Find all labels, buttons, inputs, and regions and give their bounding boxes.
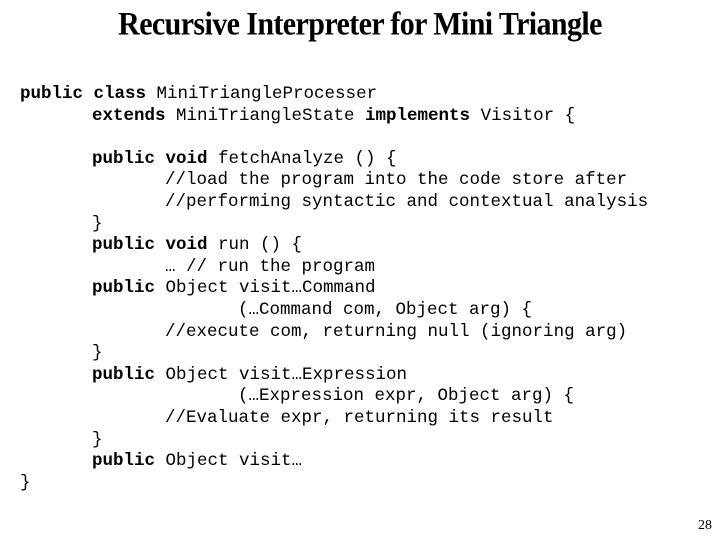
code-text: Visitor { [480,105,576,126]
code-keyword: public void [92,148,219,169]
code-text: //performing syntactic and contextual an… [165,192,649,212]
code-line: } [20,473,31,495]
code-text: //execute com, returning null (ignoring … [165,321,628,342]
code-line: //performing syntactic and contextual an… [165,192,648,214]
code-text: Object visit… [165,451,303,472]
code-text: Object visit…Expression [165,364,408,385]
code-text: Object visit…Command [165,278,376,299]
code-keyword: public class [20,84,157,104]
code-line: //Evaluate expr, returning its result [165,408,554,430]
code-keyword: extends [92,105,177,126]
code-line: public void fetchAnalyze () { [92,149,397,171]
code-text: fetchAnalyze () { [218,148,397,169]
code-line: } [92,214,103,236]
code-line: (…Expression expr, Object arg) { [238,386,574,408]
code-line: public Object visit… [92,451,302,473]
code-text: } [20,472,31,493]
code-text: (…Expression expr, Object arg) { [238,386,575,407]
code-keyword: implements [365,105,481,126]
code-text: } [92,429,103,450]
code-line: public Object visit…Command [92,278,376,300]
code-text: (…Command com, Object arg) { [238,300,533,320]
code-line: public void run () { [92,235,302,257]
code-keyword: public [92,364,166,385]
slide-title: Recursive Interpreter for Mini Triangle [118,6,602,43]
code-text: } [92,213,103,234]
code-line: extends MiniTriangleState implements Vis… [92,106,575,128]
code-keyword: public [92,451,166,472]
code-text: MiniTriangleProcesser [156,84,378,104]
code-line: } [92,430,103,452]
code-text: … // run the program [165,256,376,277]
code-line: //execute com, returning null (ignoring … [165,322,627,344]
code-text: run () { [218,235,303,256]
code-line: (…Command com, Object arg) { [238,300,532,322]
code-text: } [92,343,103,364]
code-text: //load the program into the code store a… [165,170,628,191]
code-line: public Object visit…Expression [92,365,407,387]
code-line: … // run the program [165,257,375,279]
code-text: MiniTriangleState [176,105,366,126]
page-number: 28 [698,518,712,533]
code-text: //Evaluate expr, returning its result [165,408,554,428]
code-line: } [92,343,103,365]
code-keyword: public [92,278,166,299]
code-line: //load the program into the code store a… [165,170,627,192]
code-line: public class MiniTriangleProcesser [20,84,377,106]
code-keyword: public void [92,235,219,256]
